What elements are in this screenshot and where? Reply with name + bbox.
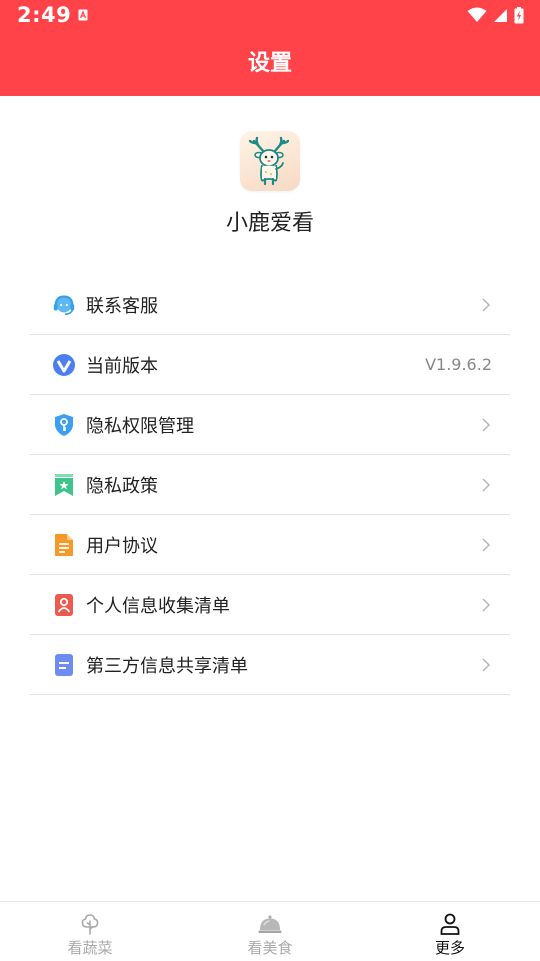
- chevron-right-icon: [482, 298, 490, 311]
- person-icon: [440, 913, 460, 935]
- tab-label: 看蔬菜: [67, 939, 113, 957]
- file-list-icon: [52, 653, 76, 677]
- menu-item-label: 用户协议: [86, 535, 158, 557]
- person-card-icon: [52, 593, 76, 617]
- version-value: V1.9.6.2: [425, 355, 492, 374]
- menu-item-privacy-policy[interactable]: 隐私政策: [30, 455, 510, 515]
- headset-service-icon: [52, 293, 76, 317]
- chevron-right-icon: [482, 478, 490, 491]
- menu-item-current-version[interactable]: 当前版本 V1.9.6.2: [30, 335, 510, 395]
- menu-item-label: 隐私政策: [86, 475, 158, 497]
- tab-food[interactable]: 看美食: [180, 902, 360, 961]
- settings-menu: 联系客服 当前版本 V1.9.6.2 隐私权限管理 隐私政策 用户协议 个人信息…: [30, 275, 510, 695]
- menu-item-label: 当前版本: [86, 355, 158, 377]
- food-cloche-icon: [258, 915, 282, 933]
- menu-item-label: 个人信息收集清单: [86, 595, 230, 617]
- bookmark-star-icon: [52, 473, 76, 497]
- tab-label: 更多: [434, 939, 465, 957]
- tab-label: 看美食: [247, 939, 293, 957]
- menu-item-label: 隐私权限管理: [86, 415, 194, 437]
- menu-item-third-party-sharing-list[interactable]: 第三方信息共享清单: [30, 635, 510, 695]
- menu-item-user-agreement[interactable]: 用户协议: [30, 515, 510, 575]
- menu-item-right: [482, 635, 490, 694]
- tab-vegetables[interactable]: 看蔬菜: [0, 902, 180, 961]
- tab-more[interactable]: 更多: [360, 902, 540, 961]
- menu-item-right: [482, 275, 490, 334]
- status-time: 2:49: [17, 3, 72, 27]
- status-icons: [467, 6, 524, 24]
- tree-icon: [81, 914, 99, 935]
- menu-item-right: [482, 575, 490, 634]
- a-notification-icon: [78, 9, 88, 21]
- menu-item-right: V1.9.6.2: [425, 335, 492, 394]
- version-v-icon: [52, 353, 76, 377]
- menu-item-right: [482, 455, 490, 514]
- chevron-right-icon: [482, 598, 490, 611]
- shield-key-icon: [52, 413, 76, 437]
- menu-item-right: [482, 395, 490, 454]
- page-title: 设置: [247, 51, 292, 76]
- menu-item-contact-service[interactable]: 联系客服: [30, 275, 510, 335]
- header: 2:49 设置: [0, 0, 540, 96]
- menu-item-privacy-permissions[interactable]: 隐私权限管理: [30, 395, 510, 455]
- status-bar: 2:49: [0, 0, 540, 32]
- chevron-right-icon: [482, 538, 490, 551]
- chevron-right-icon: [482, 418, 490, 431]
- menu-item-label: 联系客服: [86, 295, 158, 317]
- chevron-right-icon: [482, 658, 490, 671]
- app-name: 小鹿爱看: [225, 211, 314, 236]
- menu-item-personal-info-list[interactable]: 个人信息收集清单: [30, 575, 510, 635]
- bottom-tab-bar: 看蔬菜 看美食 更多: [0, 901, 540, 961]
- wifi-icon: [467, 7, 487, 22]
- menu-item-label: 第三方信息共享清单: [86, 655, 248, 677]
- document-icon: [52, 533, 76, 557]
- cell-signal-icon: [494, 8, 507, 22]
- battery-charging-icon: [514, 6, 524, 23]
- deer-logo-icon: [240, 131, 300, 191]
- menu-item-right: [482, 515, 490, 574]
